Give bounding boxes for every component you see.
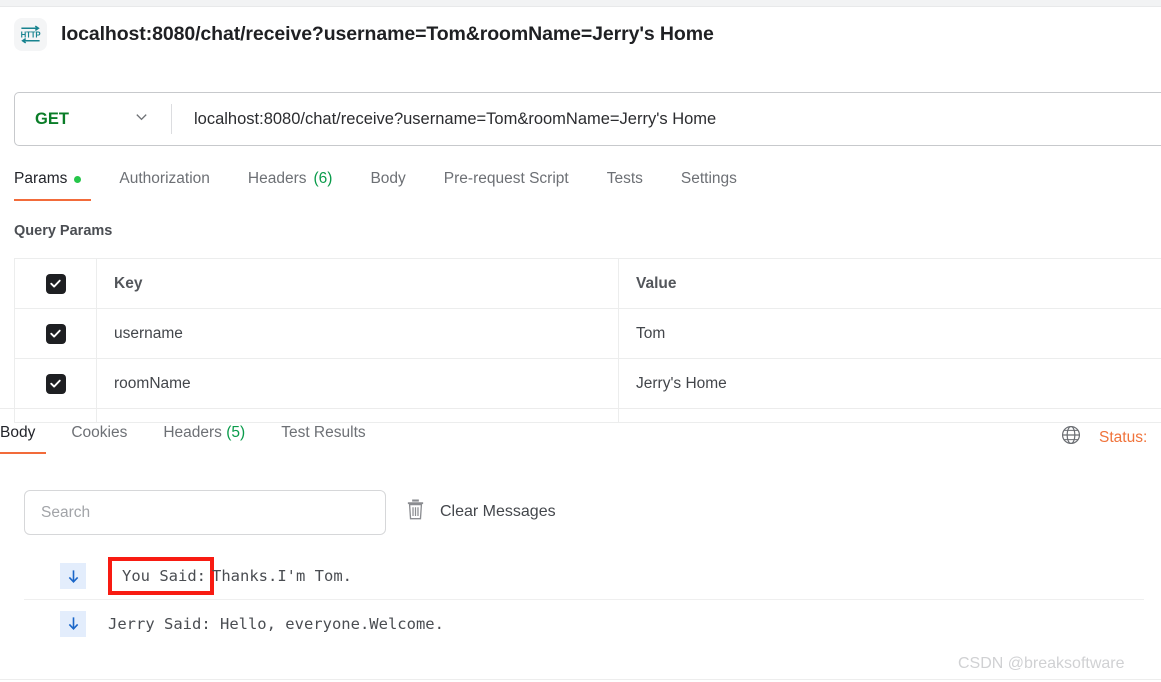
tab-pre-request-script-label: Pre-request Script (443, 170, 569, 187)
tab-settings[interactable]: Settings (663, 170, 757, 201)
tab-pre-request-script[interactable]: Pre-request Script (426, 170, 589, 201)
param-key-input[interactable]: username (97, 309, 619, 358)
watermark: CSDN @breaksoftware (958, 655, 1125, 672)
table-row[interactable]: username Tom (15, 309, 1161, 359)
page-title: localhost:8080/chat/receive?username=Tom… (61, 23, 714, 45)
response-tab-body-label: Body (0, 424, 36, 441)
tab-tests-label: Tests (606, 170, 643, 187)
tab-body[interactable]: Body (352, 170, 425, 201)
param-value-input[interactable]: Tom (619, 309, 1161, 358)
response-tab-cookies[interactable]: Cookies (53, 424, 145, 454)
http-protocol-icon: HTTP (14, 18, 47, 51)
list-item[interactable]: You Said: Thanks.I'm Tom. (24, 553, 1144, 600)
message-text: Jerry Said: Hello, everyone.Welcome. (108, 614, 444, 633)
tab-settings-label: Settings (680, 170, 737, 187)
message-prefix-highlight: You Said: (108, 557, 214, 595)
tab-authorization[interactable]: Authorization (101, 170, 229, 201)
method-label: GET (35, 109, 69, 128)
clear-messages-button[interactable]: Clear Messages (405, 498, 556, 526)
tab-headers-count: (6) (313, 170, 333, 187)
unsaved-dot-icon (74, 175, 82, 183)
row-checkbox-cell[interactable] (15, 359, 97, 408)
column-header-key: Key (97, 259, 619, 308)
request-url-bar[interactable]: GET localhost:8080/chat/receive?username… (14, 92, 1161, 146)
select-all-cell[interactable] (15, 259, 97, 308)
checkbox-checked-icon[interactable] (45, 273, 66, 294)
response-tab-headers-count: (5) (226, 424, 246, 441)
window-top-strip (0, 0, 1161, 7)
query-params-table: Key Value username Tom roomName Jerry's … (14, 258, 1161, 423)
table-row[interactable]: roomName Jerry's Home (15, 359, 1161, 409)
response-tabs: Body Cookies Headers (5) Test Results (0, 424, 384, 454)
trash-icon (405, 498, 426, 526)
arrow-down-icon (60, 610, 86, 637)
table-header-row: Key Value (15, 259, 1161, 309)
param-key-input[interactable]: roomName (97, 359, 619, 408)
param-key-input[interactable] (97, 409, 619, 422)
active-tab-underline (14, 198, 91, 201)
tab-tests[interactable]: Tests (589, 170, 663, 201)
search-placeholder: Search (41, 503, 91, 521)
response-tab-cookies-label: Cookies (71, 424, 128, 441)
chevron-down-icon (134, 109, 149, 129)
search-input[interactable]: Search (24, 490, 386, 535)
column-header-value: Value (636, 274, 677, 292)
checkbox-checked-icon[interactable] (45, 373, 66, 394)
tab-authorization-label: Authorization (119, 170, 210, 187)
tab-params-label: Params (14, 170, 68, 187)
request-title-row: HTTP localhost:8080/chat/receive?usernam… (14, 18, 714, 51)
method-select[interactable]: GET (15, 93, 171, 145)
response-meta: Status: (1060, 424, 1147, 451)
tab-headers[interactable]: Headers (6) (230, 170, 353, 201)
active-response-tab-underline (0, 451, 46, 454)
message-text: You Said: Thanks.I'm Tom. (108, 557, 352, 595)
response-tab-test-results[interactable]: Test Results (263, 424, 383, 454)
tab-params[interactable]: Params (14, 170, 101, 201)
table-row-empty[interactable] (15, 409, 1161, 423)
url-input[interactable]: localhost:8080/chat/receive?username=Tom… (172, 110, 716, 129)
response-tab-headers[interactable]: Headers (5) (145, 424, 263, 454)
request-tabs: Params Authorization Headers (6) Body Pr… (14, 170, 757, 201)
globe-icon[interactable] (1060, 424, 1082, 451)
tab-headers-label: Headers (247, 170, 307, 187)
query-params-title: Query Params (14, 223, 113, 239)
param-value-input[interactable]: Jerry's Home (619, 359, 1161, 408)
row-checkbox-cell[interactable] (15, 309, 97, 358)
response-tab-test-results-label: Test Results (281, 424, 366, 441)
list-item[interactable]: Jerry Said: Hello, everyone.Welcome. (24, 600, 1144, 647)
app-window: HTTP localhost:8080/chat/receive?usernam… (0, 0, 1161, 682)
status-label: Status: (1099, 428, 1148, 446)
clear-messages-label: Clear Messages (440, 503, 556, 520)
bottom-divider (0, 679, 1161, 680)
svg-text:HTTP: HTTP (21, 30, 41, 39)
tab-body-label: Body (370, 170, 406, 187)
row-checkbox-cell[interactable] (15, 409, 97, 422)
checkbox-checked-icon[interactable] (45, 323, 66, 344)
response-tab-body[interactable]: Body (0, 424, 53, 454)
arrow-down-icon (60, 563, 86, 589)
response-tab-headers-label: Headers (163, 424, 222, 441)
message-body: Thanks.I'm Tom. (212, 567, 352, 585)
message-list: You Said: Thanks.I'm Tom. Jerry Said: Hel… (24, 553, 1144, 647)
param-value-input[interactable] (619, 409, 1161, 422)
response-separator (0, 408, 1161, 409)
